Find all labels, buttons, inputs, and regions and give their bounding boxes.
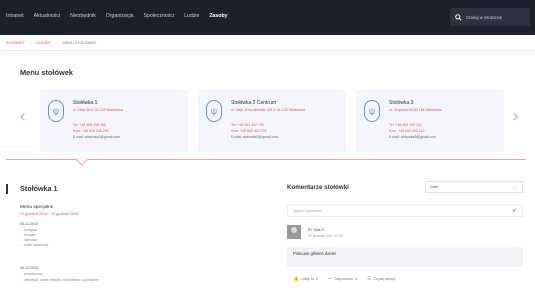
canteen-address: ul. Aleje Jerozolimskie 145 D 34-133 War… <box>231 108 305 112</box>
dish-item: - bezgam <box>22 233 37 237</box>
day-date: 05.12.2016 <box>20 222 38 226</box>
sort-dropdown[interactable]: Data ⌄ <box>425 181 523 193</box>
canteen-phone: Tel: +48 663 402 700 <box>231 123 264 127</box>
dish-item: - warzywa <box>22 238 38 242</box>
dish-item: - pomidorowa <box>22 272 43 276</box>
avatar <box>287 225 301 239</box>
nav-item-intranet[interactable]: Intranet <box>6 13 24 19</box>
cutlery-icon: ψ <box>206 100 222 122</box>
search-box[interactable] <box>450 8 530 26</box>
selected-card-caret <box>76 154 88 166</box>
comment-time: 20 kwietnia 2017 12:23 <box>308 234 343 238</box>
carousel-next-icon[interactable]: › <box>512 108 519 126</box>
breadcrumb-separator: / <box>30 41 32 45</box>
breadcrumb-separator: / <box>56 41 58 45</box>
canteen-phone: Tel: +48 600 100 122 <box>389 123 422 127</box>
canteen-email[interactable]: E-mail: stolowka3@gmail.com <box>389 135 436 139</box>
send-icon[interactable]: ➶ <box>512 207 517 214</box>
search-icon[interactable] <box>455 13 462 21</box>
carousel-prev-icon[interactable]: ‹ <box>19 108 26 126</box>
menu-label: Menu specjalne <box>20 205 54 210</box>
comment-author[interactable]: PL GALS <box>308 228 324 232</box>
reply-count: 0 <box>355 277 358 281</box>
canteen-address: ul. Grójecka 55 B2 168 Warszawa <box>389 108 442 112</box>
canteen-name[interactable]: Stołówka 3 <box>389 100 413 106</box>
section-title: Menu stołówek <box>20 68 73 77</box>
breadcrumb-divider <box>0 50 535 51</box>
comment-input[interactable]: Napisz komentarz <box>287 204 523 217</box>
comment-icon: ☰ <box>367 276 372 281</box>
canteen-phone: Tel: +48 608 208 268 <box>73 123 106 127</box>
nav-item-spolecznosci[interactable]: Społeczności <box>143 13 174 19</box>
comment-actions: 👍 Lubię to 0 ↩ Odpowiedz 0 ☰ Czytaj więc… <box>293 276 395 282</box>
nav-item-ludzie[interactable]: Ludzie <box>184 13 199 19</box>
dish-item: - kotlet schabowy <box>22 243 49 247</box>
canteen-carousel: ψ Stołówka 1 ul. Złota 36 D 34-339 Warsz… <box>40 90 504 152</box>
canteen-mobile: Kom: +48 608 208 268 <box>73 129 109 133</box>
breadcrumb-intranet[interactable]: INTRANET <box>6 41 25 45</box>
reply-button[interactable]: ↩ Odpowiedz 0 <box>328 276 357 282</box>
day-date: 06.12.2016 <box>20 266 38 270</box>
canteen-name[interactable]: Stołówka 1 <box>73 100 97 106</box>
cutlery-icon: ψ <box>48 100 64 122</box>
nav-item-niezbednik[interactable]: Niezbędnik <box>70 13 96 19</box>
dish-item: - ziemniaki, kotlet mielony, marchewka z… <box>22 278 99 282</box>
canteen-mobile: Kom: +48 600 100 122 <box>389 129 425 133</box>
nav-item-aktualnosci[interactable]: Aktualności <box>34 13 61 19</box>
canteen-email[interactable]: E-mail: stolowka1@gmail.com <box>73 135 120 139</box>
top-navigation: Intranet Aktualności Niezbędnik Organiza… <box>0 0 535 35</box>
breadcrumb-zasoby[interactable]: ZASOBY <box>36 41 51 45</box>
read-more-label: Czytaj więcej <box>373 277 396 281</box>
reply-label: Odpowiedz <box>334 277 354 281</box>
canteen-name[interactable]: Stołówka 2 Centrum <box>231 100 276 106</box>
reply-icon: ↩ <box>328 276 333 281</box>
menu-date-range: 22 grudnia 2016 - 30 grudnia 2016 <box>20 212 79 216</box>
like-count: 0 <box>316 277 319 281</box>
sort-value: Data <box>430 185 438 189</box>
nav-menu: Intranet Aktualności Niezbędnik Organiza… <box>6 13 228 19</box>
like-button[interactable]: 👍 Lubię to 0 <box>293 276 318 282</box>
canteen-detail-title: Stołówka 1 <box>20 184 58 193</box>
read-more-button[interactable]: ☰ Czytaj więcej <box>367 276 395 282</box>
canteen-mobile: Kom: +48 663 402 700 <box>231 129 267 133</box>
cutlery-icon: ψ <box>364 100 380 122</box>
canteen-email[interactable]: E-mail: stolowka2@gmail.com <box>231 135 278 139</box>
comments-title: Komentarze stołówki <box>287 184 349 191</box>
thumbs-up-icon: 👍 <box>293 276 299 281</box>
dish-item: - kanapka <box>22 228 37 232</box>
nav-item-organizacja[interactable]: Organizacja <box>106 13 134 19</box>
like-label: Lubię to <box>300 277 315 281</box>
breadcrumb-current: MENU STOŁÓWEK <box>62 41 97 45</box>
breadcrumb: INTRANET / ZASOBY / MENU STOŁÓWEK <box>6 41 96 45</box>
canteen-address: ul. Złota 36 D 34-339 Warszawa <box>73 108 123 112</box>
canteen-card[interactable]: ψ Stołówka 1 ul. Złota 36 D 34-339 Warsz… <box>40 90 188 152</box>
search-input[interactable] <box>466 14 521 20</box>
comment-placeholder: Napisz komentarz <box>293 208 322 213</box>
nav-item-zasoby[interactable]: Zasoby <box>209 13 227 19</box>
canteen-card[interactable]: ψ Stołówka 2 Centrum ul. Aleje Jerozolim… <box>198 90 346 152</box>
chevron-down-icon: ⌄ <box>512 184 517 190</box>
comment-text: Polecam główne danie! <box>287 247 523 267</box>
canteen-card[interactable]: ψ Stołówka 3 ul. Grójecka 55 B2 168 Wars… <box>356 90 504 152</box>
section-marker <box>6 184 8 194</box>
